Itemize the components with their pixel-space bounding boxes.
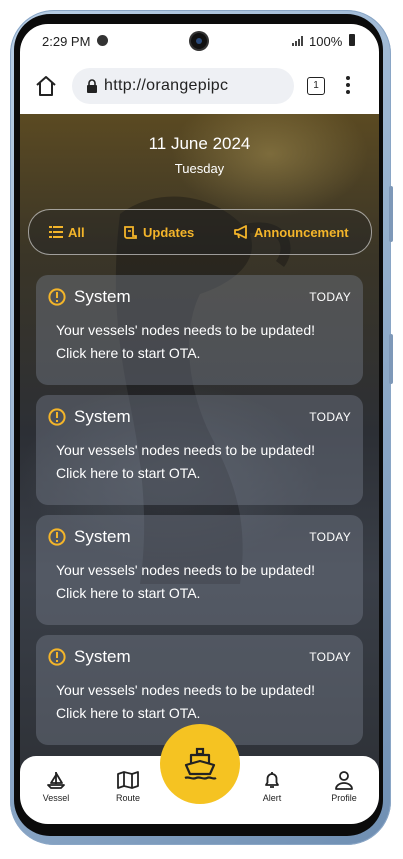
notification-line: Click here to start OTA. — [56, 465, 201, 481]
nav-alert-label: Alert — [262, 793, 282, 803]
nav-route-label: Route — [115, 793, 141, 803]
nav-alert[interactable]: Alert — [246, 770, 298, 803]
battery-icon — [349, 34, 355, 46]
sailboat-icon — [47, 772, 65, 789]
warning-icon — [48, 288, 66, 306]
filter-all-label: All — [68, 224, 85, 240]
notification-title: System — [74, 527, 131, 546]
spotify-icon — [97, 35, 108, 46]
screen: 2:29 PM 100% http://orangepipc 1 11 June… — [20, 24, 379, 824]
notification-line: Your vessels' nodes needs to be updated! — [56, 442, 316, 458]
notification-title: System — [74, 287, 131, 306]
notification-time: TODAY — [309, 530, 351, 544]
signal-icon — [292, 36, 303, 46]
volume-button — [389, 186, 393, 242]
notification-body: Your vessels' nodes needs to be updated!… — [56, 319, 356, 365]
list-icon — [49, 226, 63, 238]
warning-icon — [48, 408, 66, 426]
notification-card[interactable]: System TODAY Your vessels' nodes needs t… — [36, 395, 363, 505]
filter-updates[interactable]: Updates — [123, 223, 194, 241]
notification-line: Your vessels' nodes needs to be updated! — [56, 322, 316, 338]
nav-vessel-label: Vessel — [42, 793, 70, 803]
nav-profile-label: Profile — [331, 793, 357, 803]
notification-line: Your vessels' nodes needs to be updated! — [56, 682, 316, 698]
notification-body: Your vessels' nodes needs to be updated!… — [56, 679, 356, 725]
notification-time: TODAY — [309, 290, 351, 304]
center-ship-button[interactable] — [160, 724, 240, 804]
app-content: 11 June 2024 Tuesday All Updates Announc… — [20, 114, 379, 824]
notification-body: Your vessels' nodes needs to be updated!… — [56, 559, 356, 605]
notification-title: System — [74, 407, 131, 426]
browser-toolbar: http://orangepipc 1 — [20, 58, 379, 114]
filter-tabs: All Updates Announcement — [28, 209, 372, 255]
filter-announcement[interactable]: Announcement — [234, 223, 349, 241]
filter-all[interactable]: All — [49, 223, 85, 241]
notification-line: Click here to start OTA. — [56, 585, 201, 601]
filter-announcement-label: Announcement — [254, 224, 349, 240]
notification-time: TODAY — [309, 650, 351, 664]
battery-percent: 100% — [309, 34, 343, 49]
update-scroll-icon — [124, 226, 137, 239]
address-bar[interactable]: http://orangepipc — [72, 68, 294, 104]
ship-icon — [184, 747, 217, 780]
more-menu-icon[interactable] — [346, 75, 350, 95]
nav-profile[interactable]: Profile — [318, 770, 370, 803]
map-icon — [117, 771, 139, 789]
notification-line: Click here to start OTA. — [56, 705, 201, 721]
notification-card[interactable]: System TODAY Your vessels' nodes needs t… — [36, 515, 363, 625]
notification-body: Your vessels' nodes needs to be updated!… — [56, 439, 356, 485]
home-icon[interactable] — [34, 74, 58, 98]
power-button — [389, 334, 393, 384]
notification-title: System — [74, 647, 131, 666]
notification-line: Click here to start OTA. — [56, 345, 201, 361]
bell-icon — [265, 772, 279, 788]
warning-icon — [48, 648, 66, 666]
status-bar: 2:29 PM 100% — [20, 24, 379, 58]
url-text: http://orangepipc — [104, 77, 229, 94]
lock-icon — [87, 79, 97, 93]
current-date: 11 June 2024 — [148, 134, 251, 153]
nav-vessel[interactable]: Vessel — [30, 770, 82, 803]
user-icon — [335, 771, 353, 790]
current-weekday: Tuesday — [174, 161, 225, 176]
tabs-button[interactable]: 1 — [307, 77, 325, 95]
megaphone-icon — [234, 225, 247, 239]
warning-icon — [48, 528, 66, 546]
notification-time: TODAY — [309, 410, 351, 424]
notification-card[interactable]: System TODAY Your vessels' nodes needs t… — [36, 275, 363, 385]
filter-updates-label: Updates — [143, 224, 195, 240]
nav-route[interactable]: Route — [102, 770, 154, 803]
camera-cutout — [191, 33, 207, 49]
notification-line: Your vessels' nodes needs to be updated! — [56, 562, 316, 578]
status-time: 2:29 PM — [42, 34, 91, 49]
